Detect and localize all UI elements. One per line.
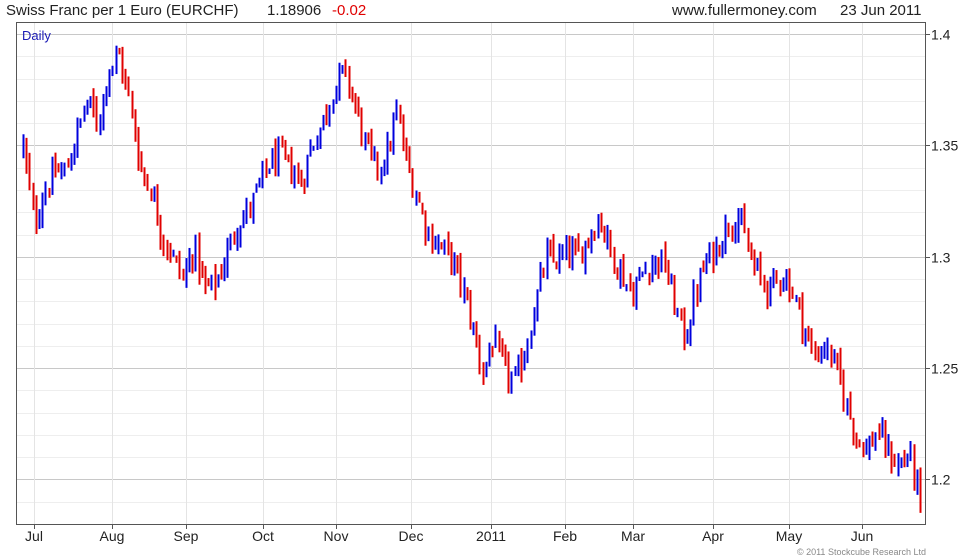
x-tick-label: Mar — [621, 528, 645, 544]
x-tick-label: Dec — [399, 528, 424, 544]
y-tick-label: 1.3 — [931, 250, 951, 266]
x-tick-label: Aug — [100, 528, 125, 544]
period-label: Daily — [22, 28, 51, 43]
y-tick-label: 1.25 — [931, 361, 958, 377]
x-tick-label: Sep — [174, 528, 199, 544]
x-axis: Jul Aug Sep Oct Nov Dec 2011 Feb Mar Apr May Jun — [25, 524, 873, 544]
x-tick-label: Jun — [851, 528, 874, 544]
x-tick-label: Jul — [25, 528, 43, 544]
y-tick-label: 1.35 — [931, 138, 958, 154]
y-axis: 1.2 1.25 1.3 1.35 1.4 — [925, 27, 958, 488]
y-tick-label: 1.2 — [931, 472, 951, 488]
y-tick-label: 1.4 — [931, 27, 951, 43]
x-tick-label: Apr — [702, 528, 724, 544]
x-tick-label: Oct — [252, 528, 274, 544]
price-chart: 1.2 1.25 1.3 1.35 1.4 Jul Aug Sep Oct Nov Dec 2011… — [16, 22, 958, 557]
x-tick-label: May — [776, 528, 802, 544]
x-tick-label: Nov — [324, 528, 349, 544]
copyright-label: © 2011 Stockcube Research Ltd — [797, 547, 926, 557]
x-tick-label: Feb — [553, 528, 577, 544]
x-tick-label: 2011 — [476, 528, 506, 544]
